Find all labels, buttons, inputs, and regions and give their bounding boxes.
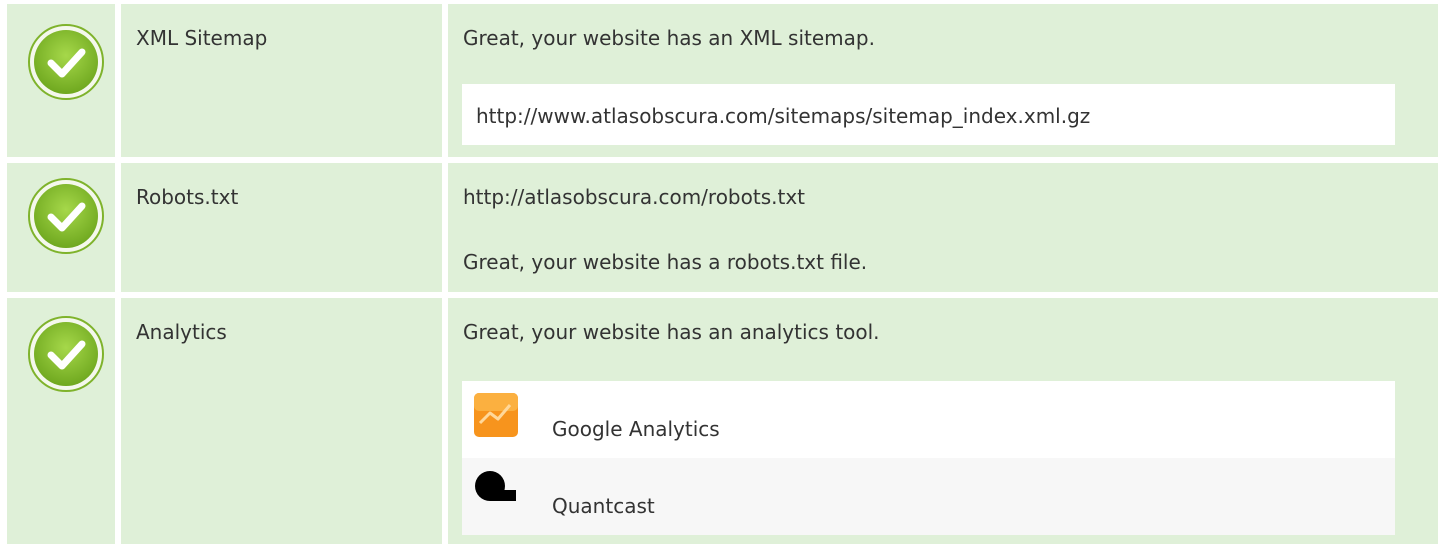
result-message: Great, your website has a robots.txt fil… — [463, 250, 868, 274]
status-cell — [7, 298, 115, 544]
row-label: Analytics — [136, 320, 227, 344]
check-icon — [28, 316, 104, 392]
result-message: Great, your website has an analytics too… — [463, 320, 880, 344]
row-label: XML Sitemap — [136, 26, 268, 50]
tool-name: Google Analytics — [552, 417, 720, 441]
check-icon — [28, 178, 104, 254]
label-cell: Analytics — [121, 298, 442, 544]
analytics-tool-item: Quantcast — [462, 458, 1395, 535]
label-cell: XML Sitemap — [121, 4, 442, 157]
check-icon — [28, 24, 104, 100]
quantcast-icon — [475, 471, 516, 501]
detail-cell: Great, your website has an analytics too… — [448, 298, 1438, 544]
detail-cell: http://atlasobscura.com/robots.txt Great… — [448, 163, 1438, 292]
google-analytics-icon — [474, 393, 518, 437]
label-cell: Robots.txt — [121, 163, 442, 292]
sitemap-url[interactable]: http://www.atlasobscura.com/sitemaps/sit… — [476, 104, 1090, 128]
robots-url[interactable]: http://atlasobscura.com/robots.txt — [463, 185, 805, 209]
tool-name: Quantcast — [552, 494, 655, 518]
result-message: Great, your website has an XML sitemap. — [463, 26, 875, 50]
result-row-robots: Robots.txt http://atlasobscura.com/robot… — [0, 163, 1445, 292]
detail-cell: Great, your website has an XML sitemap. … — [448, 4, 1438, 157]
status-cell — [7, 163, 115, 292]
status-cell — [7, 4, 115, 157]
result-row-analytics: Analytics Great, your website has an ana… — [0, 298, 1445, 544]
sitemap-url-box: http://www.atlasobscura.com/sitemaps/sit… — [462, 84, 1395, 145]
analytics-tool-item: Google Analytics — [462, 381, 1395, 458]
result-row-xml-sitemap: XML Sitemap Great, your website has an X… — [0, 4, 1445, 157]
row-label: Robots.txt — [136, 185, 239, 209]
